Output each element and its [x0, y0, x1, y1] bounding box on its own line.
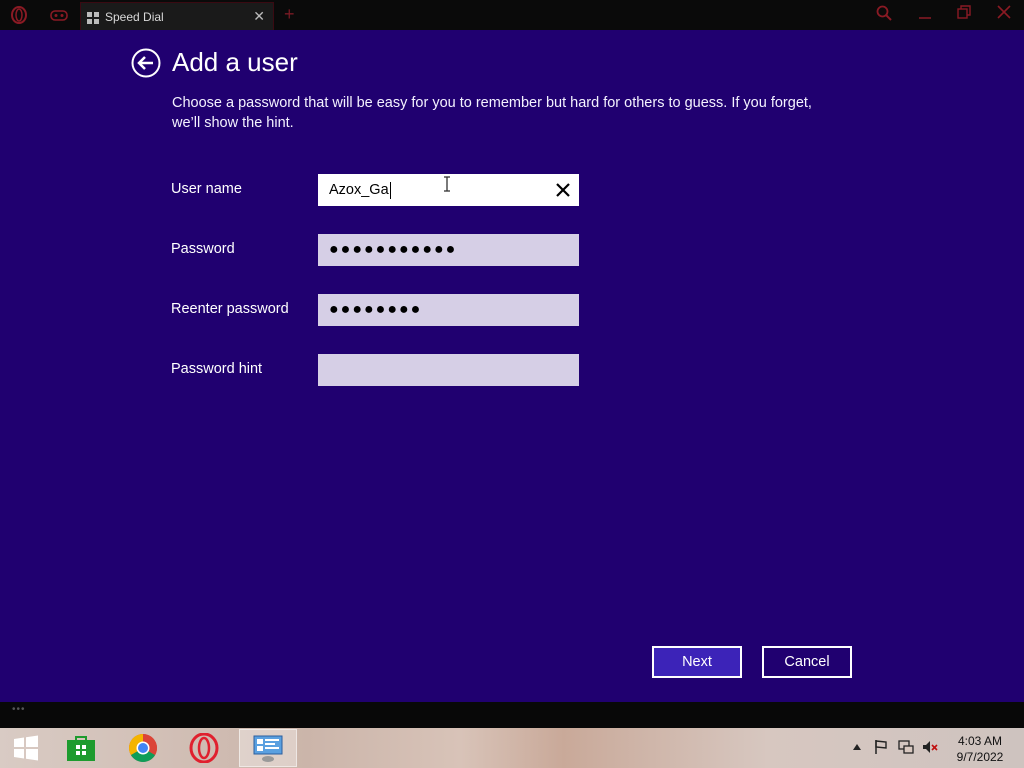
- reenter-password-input[interactable]: ●●●●●●●●: [318, 294, 579, 326]
- windows-start-icon[interactable]: [0, 729, 52, 767]
- password-hint-row: Password hint: [171, 354, 591, 386]
- show-hidden-icons-chevron[interactable]: [852, 740, 862, 754]
- minimize-icon[interactable]: [918, 5, 932, 25]
- password-hint-label: Password hint: [171, 361, 263, 377]
- speed-dial-grid-icon: [87, 11, 99, 29]
- more-dots-icon[interactable]: •••: [12, 704, 26, 715]
- action-center-flag-icon[interactable]: [874, 739, 888, 758]
- clear-text-icon[interactable]: [554, 181, 572, 203]
- browser-bottom-strip: •••: [0, 702, 1024, 728]
- page-title: Add a user: [172, 47, 298, 77]
- text-caret: [389, 181, 391, 199]
- browser-top-bar: Speed Dial ✕ +: [0, 0, 1024, 31]
- network-icon[interactable]: [898, 739, 914, 758]
- add-user-dialog: Add a user Choose a password that will b…: [0, 30, 1024, 702]
- opera-logo-icon[interactable]: [10, 6, 28, 24]
- password-input[interactable]: ●●●●●●●●●●●: [318, 234, 579, 266]
- tab-title: Speed Dial: [105, 10, 164, 24]
- search-icon[interactable]: [876, 5, 892, 25]
- reenter-password-row: Reenter password ●●●●●●●●: [171, 294, 591, 326]
- instructions-text: Choose a password that will be easy for …: [172, 95, 812, 131]
- cancel-button[interactable]: Cancel: [762, 646, 852, 678]
- clock-time: 4:03 AM: [957, 734, 1003, 748]
- next-button[interactable]: Next: [652, 646, 742, 678]
- username-value: Azox_Ga: [329, 182, 389, 198]
- username-label: User name: [171, 181, 242, 197]
- back-arrow-icon[interactable]: [131, 48, 161, 78]
- store-icon[interactable]: [55, 729, 107, 767]
- taskbar: 4:03 AM 9/7/2022: [0, 728, 1024, 768]
- control-panel-icon[interactable]: [239, 729, 297, 767]
- password-masked-value: ●●●●●●●●●●●: [329, 241, 458, 258]
- clock-date: 9/7/2022: [956, 750, 1004, 764]
- ibeam-cursor-icon: [442, 176, 452, 197]
- reenter-password-masked-value: ●●●●●●●●: [329, 301, 423, 318]
- password-hint-input[interactable]: [318, 354, 579, 386]
- system-clock[interactable]: 4:03 AM 9/7/2022: [944, 733, 1016, 765]
- close-icon[interactable]: [997, 5, 1011, 23]
- tab-speed-dial[interactable]: Speed Dial ✕: [80, 2, 274, 30]
- password-label: Password: [171, 241, 235, 257]
- opera-icon[interactable]: [178, 729, 230, 767]
- new-tab-button[interactable]: +: [284, 4, 295, 25]
- username-row: User name Azox_Ga: [171, 174, 591, 206]
- tab-close-icon[interactable]: ✕: [253, 8, 265, 25]
- chrome-icon[interactable]: [117, 729, 169, 767]
- reenter-password-label: Reenter password: [171, 301, 289, 317]
- password-row: Password ●●●●●●●●●●●: [171, 234, 591, 266]
- volume-muted-icon[interactable]: [922, 739, 938, 758]
- game-controller-icon[interactable]: [50, 6, 68, 24]
- restore-icon[interactable]: [957, 5, 971, 23]
